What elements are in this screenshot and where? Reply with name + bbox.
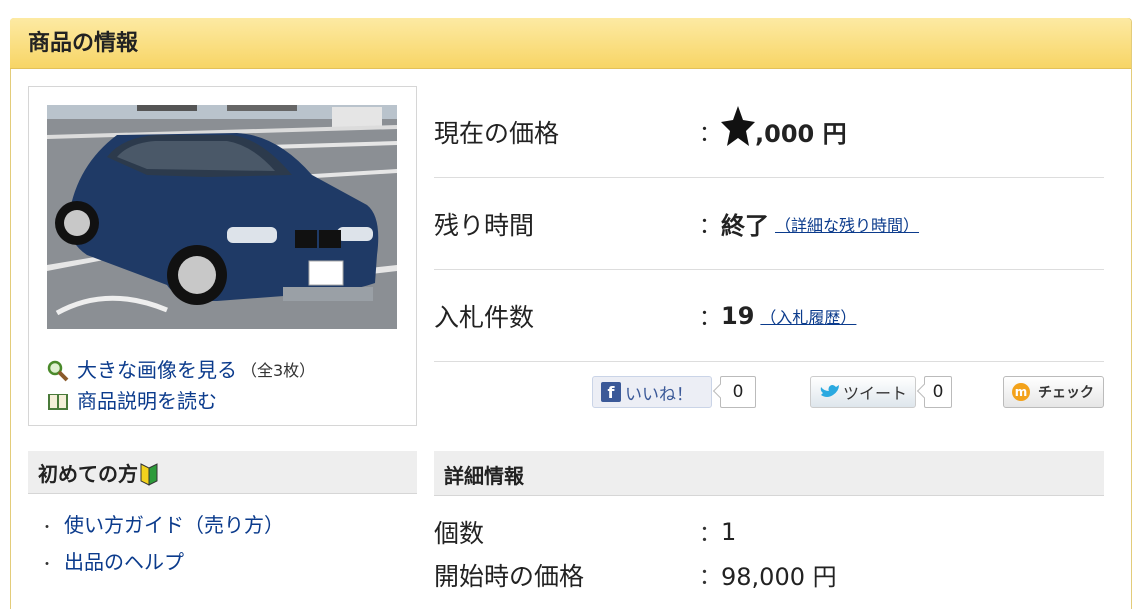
- detailed-time-link[interactable]: （詳細な残り時間）: [775, 212, 919, 236]
- listing-help-link[interactable]: 出品のヘルプ: [64, 550, 184, 574]
- detail-header: 詳細情報: [434, 451, 1104, 496]
- quantity-value: 1: [721, 517, 737, 546]
- beginner-header: 初めての方: [28, 451, 417, 494]
- colon: ：: [699, 521, 722, 547]
- colon: ：: [699, 564, 722, 590]
- view-large-image-link[interactable]: 大きな画像を見る: [77, 355, 237, 386]
- mixi-icon: m: [1012, 383, 1030, 401]
- redaction-star: [721, 106, 755, 146]
- usage-guide-link[interactable]: 使い方ガイド（売り方）: [64, 513, 284, 537]
- current-price-row: 現在の価格 ： ,000 円: [434, 86, 1104, 178]
- current-price-label: 現在の価格: [434, 118, 560, 148]
- start-price-label: 開始時の価格: [434, 561, 585, 591]
- mixi-check-button[interactable]: m チェック: [1003, 376, 1104, 408]
- bid-count-label: 入札件数: [434, 302, 535, 332]
- car-image: [47, 105, 397, 329]
- social-buttons: f いいね！ 0 ツイート 0 m チェック: [592, 374, 1104, 410]
- colon: ：: [699, 213, 722, 239]
- like-count: 0: [720, 376, 756, 408]
- colon: ：: [699, 305, 722, 331]
- remaining-time-row: 残り時間 ： 終了 （詳細な残り時間）: [434, 178, 1104, 270]
- beginner-mark-icon: [140, 463, 158, 486]
- start-price-value: 98,000 円: [721, 563, 837, 591]
- bid-count-row: 入札件数 ： 19 （入札履歴）: [434, 270, 1104, 362]
- quantity-label: 個数: [434, 518, 485, 548]
- section-title: 商品の情報: [28, 31, 139, 56]
- current-price-value: ,000 円: [755, 120, 847, 148]
- quantity-row: 個数 ： 1: [434, 510, 1104, 553]
- description-row: 商品説明を読む: [47, 386, 315, 417]
- photo-panel: 大きな画像を見る （全3枚） 商品説明を読む: [28, 86, 417, 426]
- colon: ：: [699, 121, 722, 147]
- twitter-bird-icon: [820, 385, 839, 397]
- remaining-time-label: 残り時間: [434, 210, 535, 240]
- facebook-like-button[interactable]: f いいね！: [592, 376, 712, 408]
- beginner-title: 初めての方: [38, 462, 138, 486]
- check-label: チェック: [1038, 385, 1094, 401]
- detail-rows: 個数 ： 1 開始時の価格 ： 98,000 円: [434, 510, 1104, 596]
- magnifier-icon: [47, 360, 69, 381]
- auction-info: 現在の価格 ： ,000 円 残り時間 ： 終了 （詳細な残り時間） 入札件数 …: [434, 86, 1104, 362]
- like-label: いいね！: [625, 384, 693, 405]
- bid-history-link[interactable]: （入札履歴）: [760, 304, 856, 328]
- product-photo[interactable]: [47, 105, 397, 329]
- image-count: （全3枚）: [241, 361, 316, 380]
- read-description-link[interactable]: 商品説明を読む: [77, 386, 217, 417]
- tweet-count: 0: [924, 376, 952, 408]
- tweet-button[interactable]: ツイート: [810, 376, 916, 408]
- book-icon: [48, 393, 68, 410]
- remaining-time-value: 終了: [721, 212, 769, 240]
- facebook-icon: f: [601, 382, 621, 402]
- tweet-label: ツイート: [843, 384, 908, 403]
- large-image-row: 大きな画像を見る （全3枚）: [47, 355, 315, 386]
- detail-title: 詳細情報: [444, 464, 524, 488]
- bid-count-value: 19: [721, 301, 755, 330]
- beginner-links: ・使い方ガイド（売り方） ・出品のヘルプ: [40, 508, 284, 582]
- list-item: ・使い方ガイド（売り方）: [40, 513, 284, 537]
- list-item: ・出品のヘルプ: [40, 550, 184, 574]
- photo-links: 大きな画像を見る （全3枚） 商品説明を読む: [47, 355, 315, 417]
- section-header: 商品の情報: [10, 18, 1131, 69]
